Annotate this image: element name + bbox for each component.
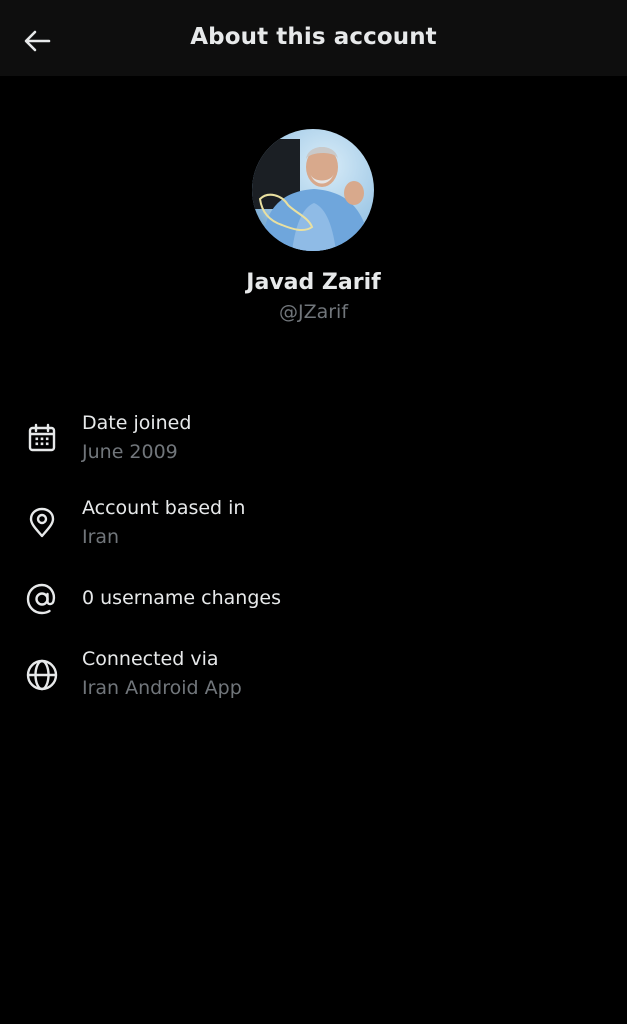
globe-icon <box>24 657 60 693</box>
connected-via-row: Connected via Iran Android App <box>0 646 627 706</box>
avatar[interactable] <box>252 129 374 251</box>
location-pin-icon <box>24 505 60 541</box>
date-joined-row: Date joined June 2009 <box>0 410 627 470</box>
account-based-in-label: Account based in <box>82 497 246 519</box>
connected-via-label: Connected via <box>82 648 219 670</box>
page-title: About this account <box>190 24 437 50</box>
username-changes-row: 0 username changes <box>0 580 627 620</box>
username-changes-label: 0 username changes <box>82 587 281 609</box>
connected-via-value: Iran Android App <box>82 677 242 699</box>
calendar-icon <box>24 420 60 456</box>
top-app-bar: About this account <box>0 0 627 76</box>
profile-photo <box>252 129 374 251</box>
account-based-in-row: Account based in Iran <box>0 495 627 555</box>
date-joined-value: June 2009 <box>82 441 178 463</box>
account-based-in-value: Iran <box>82 526 120 548</box>
profile-name: Javad Zarif <box>246 270 381 295</box>
date-joined-label: Date joined <box>82 412 192 434</box>
at-sign-icon <box>24 581 60 617</box>
profile-handle: @JZarif <box>278 301 349 323</box>
